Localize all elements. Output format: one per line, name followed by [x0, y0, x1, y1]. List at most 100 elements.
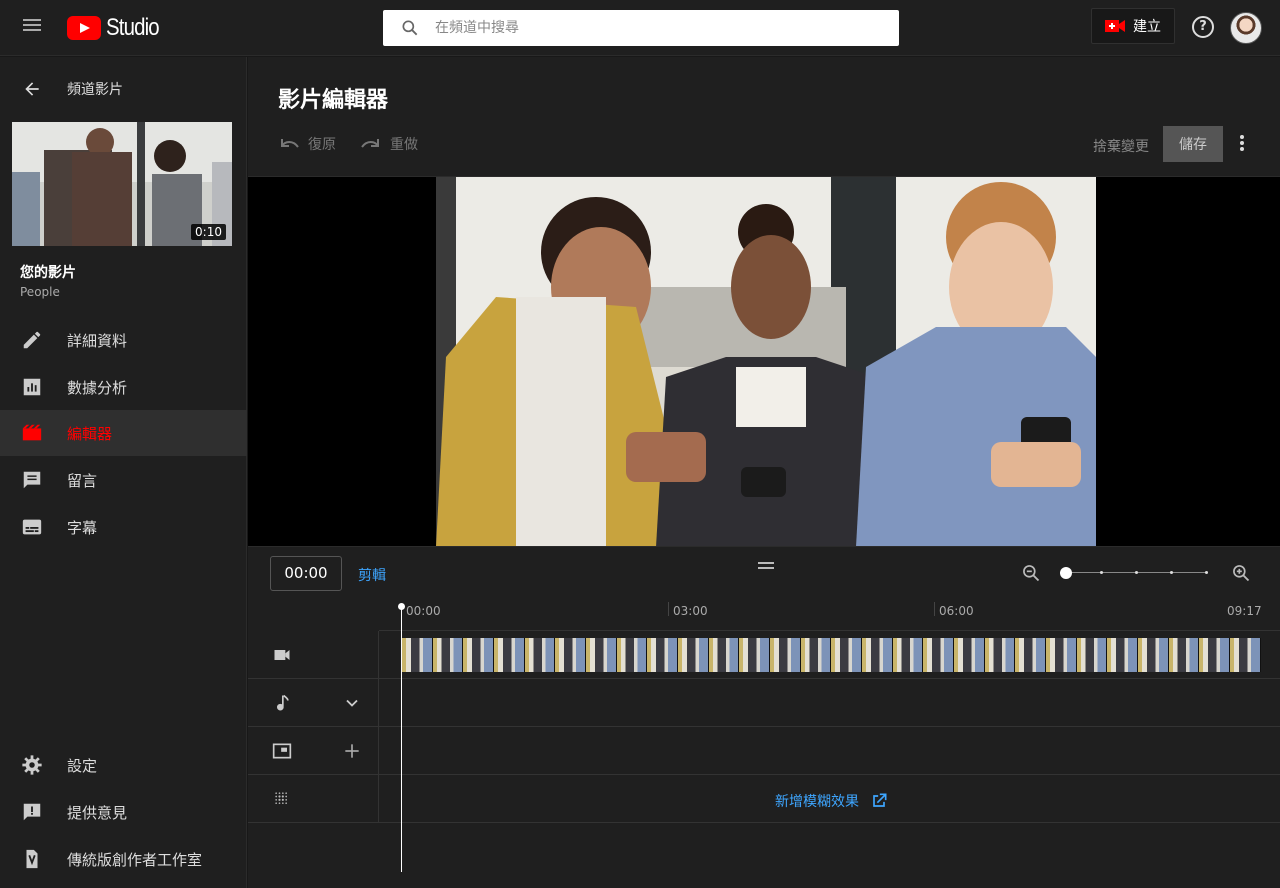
filmstrip-frame: [1076, 638, 1108, 672]
sidebar-item-editor[interactable]: 編輯器: [0, 410, 247, 456]
save-button[interactable]: 儲存: [1163, 126, 1223, 162]
sidebar-item-label: 傳統版創作者工作室: [67, 850, 203, 869]
filmstrip-frame: [616, 638, 648, 672]
youtube-play-icon: [67, 16, 101, 40]
zoom-step-dot: [1100, 571, 1103, 574]
more-options-icon[interactable]: [1234, 133, 1250, 157]
create-button[interactable]: 建立: [1091, 8, 1175, 44]
audio-track: [248, 679, 1280, 727]
editor-main: 影片編輯器 復原 重做 捨棄變更 儲存 00:00 剪輯 00:00 03:00…: [248, 57, 1280, 888]
zoom-step-dot: [1135, 571, 1138, 574]
search-icon[interactable]: [400, 18, 420, 38]
avatar[interactable]: [1230, 12, 1262, 44]
filmstrip-frame: [1230, 638, 1261, 672]
filmstrip-frame: [678, 638, 709, 672]
playhead[interactable]: [398, 603, 405, 872]
sidebar: 頻道影片 0:10 您的影片 People 詳細資料 數據分析 編輯器 留言 字…: [0, 57, 247, 888]
video-camera-add-icon: [1105, 20, 1125, 32]
filmstrip-frame: [708, 638, 740, 672]
feedback-icon: [23, 803, 41, 821]
sidebar-item-subtitles[interactable]: 字幕: [0, 504, 247, 550]
editor-toolbar: 復原 重做: [278, 134, 418, 154]
help-icon[interactable]: ?: [1192, 16, 1214, 38]
analytics-icon: [23, 378, 41, 396]
filmstrip-frame: [892, 638, 924, 672]
chevron-down-icon[interactable]: [342, 693, 362, 713]
page-title: 影片編輯器: [278, 88, 389, 113]
zoom-step-dot: [1170, 571, 1173, 574]
sidebar-item-label: 提供意見: [67, 803, 128, 822]
filmstrip-frame: [1138, 638, 1169, 672]
video-frame-image: [436, 177, 1096, 547]
zoom-in-icon[interactable]: [1231, 563, 1251, 583]
undo-button[interactable]: 復原: [278, 134, 336, 154]
end-screen-track: [248, 727, 1280, 775]
end-screen-track-header: [248, 727, 379, 775]
video-preview: [436, 177, 1096, 547]
filmstrip-frame: [862, 638, 893, 672]
filmstrip-frame: [954, 638, 985, 672]
sidebar-item-label: 字幕: [67, 518, 98, 537]
undo-icon: [281, 139, 299, 148]
video-thumbnail[interactable]: 0:10: [12, 122, 232, 246]
back-label: 頻道影片: [67, 82, 123, 98]
filmstrip-frame: [1199, 638, 1231, 672]
ruler-label: 00:00: [406, 604, 441, 618]
sidebar-item-classic-studio[interactable]: 傳統版創作者工作室: [0, 836, 247, 882]
filmstrip-frame: [463, 638, 495, 672]
hamburger-menu-icon[interactable]: [20, 16, 44, 40]
filmstrip-frame: [524, 638, 556, 672]
redo-label: 重做: [390, 137, 418, 153]
redo-icon: [361, 139, 379, 148]
filmstrip-frame: [1015, 638, 1047, 672]
pencil-icon: [23, 331, 41, 349]
zoom-step-dot: [1205, 571, 1208, 574]
sidebar-item-label: 詳細資料: [67, 331, 128, 350]
redo-button[interactable]: 重做: [360, 134, 418, 154]
filmstrip-frame: [1107, 638, 1139, 672]
music-note-icon: [277, 694, 289, 711]
sidebar-item-settings[interactable]: 設定: [0, 742, 247, 788]
ruler-tick: [668, 602, 669, 616]
timeline: 00:00 剪輯 00:00 03:00 06:00 09:17 新增模糊效果: [248, 546, 1280, 888]
filmstrip-frame: [739, 638, 771, 672]
undo-label: 復原: [308, 137, 336, 153]
zoom-slider-knob[interactable]: [1060, 567, 1072, 579]
classic-studio-icon: [26, 849, 38, 869]
subtitles-icon: [22, 519, 42, 535]
sidebar-item-feedback[interactable]: 提供意見: [0, 789, 247, 835]
video-filmstrip[interactable]: [402, 638, 1261, 672]
back-to-channel-videos[interactable]: 頻道影片: [0, 71, 247, 107]
zoom-out-icon[interactable]: [1021, 563, 1041, 583]
end-screen-icon: [272, 743, 292, 759]
sidebar-item-details[interactable]: 詳細資料: [0, 317, 247, 363]
filmstrip-frame: [555, 638, 587, 672]
sidebar-item-analytics[interactable]: 數據分析: [0, 364, 247, 410]
filmstrip-frame: [800, 638, 832, 672]
video-player[interactable]: [248, 176, 1280, 547]
timecode-field[interactable]: 00:00: [270, 556, 342, 591]
trim-button[interactable]: 剪輯: [358, 565, 386, 585]
search-input[interactable]: [435, 10, 875, 46]
sidebar-item-label: 編輯器: [67, 424, 113, 443]
channel-name: People: [20, 285, 60, 299]
video-camera-icon: [274, 650, 290, 660]
discard-changes-button[interactable]: 捨棄變更: [1093, 136, 1149, 156]
thumbnail-duration: 0:10: [191, 224, 226, 240]
filmstrip-frame: [402, 638, 433, 672]
resize-handle-icon[interactable]: [758, 562, 774, 570]
top-bar: Studio 建立 ?: [0, 0, 1280, 56]
logo-text: Studio: [106, 14, 160, 41]
video-title: 您的影片: [20, 265, 76, 281]
filmstrip-frame: [1046, 638, 1077, 672]
youtube-studio-logo[interactable]: Studio: [67, 14, 168, 42]
blur-track-header: [248, 775, 379, 823]
video-track-header: [248, 631, 379, 679]
sidebar-item-label: 設定: [67, 756, 98, 775]
add-blur-button[interactable]: 新增模糊效果: [775, 791, 889, 811]
sidebar-item-comments[interactable]: 留言: [0, 457, 247, 503]
search-box[interactable]: [383, 10, 899, 46]
add-icon[interactable]: [342, 741, 362, 761]
filmstrip-frame: [923, 638, 955, 672]
sidebar-item-label: 數據分析: [67, 378, 128, 397]
